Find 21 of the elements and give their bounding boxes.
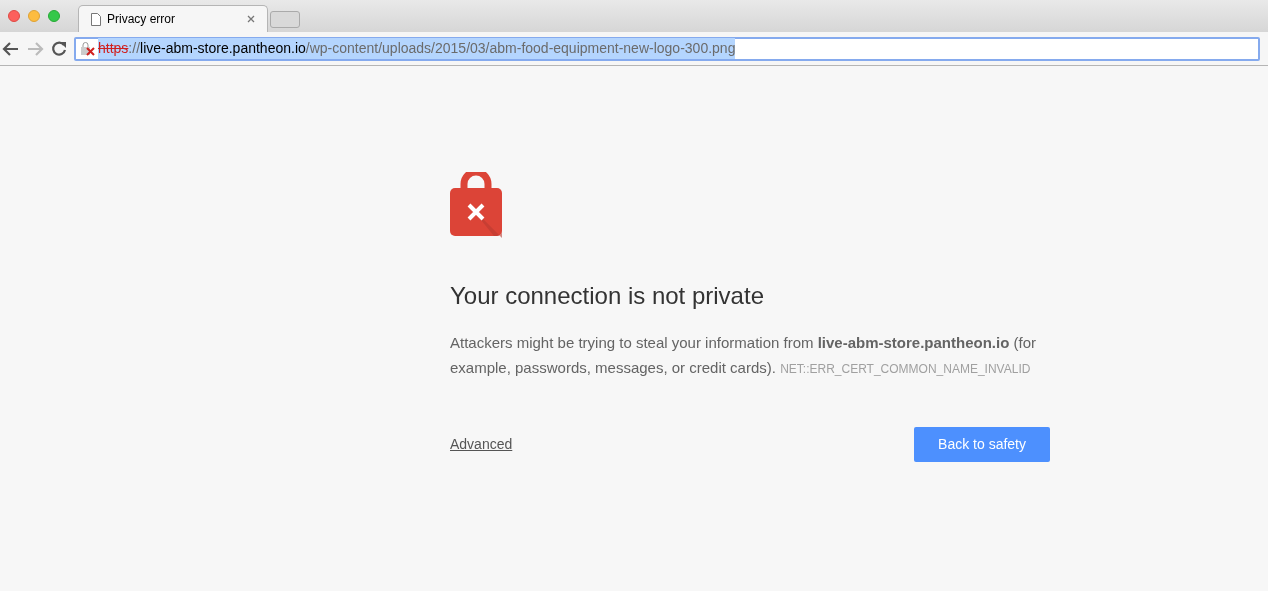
reload-icon[interactable]: [50, 39, 68, 58]
advanced-link[interactable]: Advanced: [450, 434, 513, 455]
forward-arrow-icon[interactable]: [26, 40, 44, 57]
error-heading: Your connection is not private: [450, 281, 765, 311]
lock-error-icon: [450, 172, 502, 238]
broken-lock-icon: [80, 41, 96, 56]
back-arrow-icon[interactable]: [2, 40, 20, 57]
url-scheme: https: [98, 40, 129, 56]
page-icon: [91, 12, 101, 26]
new-tab-button[interactable]: [270, 11, 300, 28]
address-bar[interactable]: https://live-abm-store.pantheon.io/wp-content/uploads/2015/03/abm-food-equipment-new-logo-300.png: [74, 36, 1260, 61]
url-host: live-abm-store.pantheon.io: [140, 40, 306, 56]
close-window-icon[interactable]: [8, 10, 20, 22]
tab-title: Privacy error: [107, 11, 176, 28]
zoom-window-icon[interactable]: [48, 10, 60, 22]
error-message: Attackers might be trying to steal your information from live-abm-store.pantheon.io (for example, passwords, messages, or credit cards). NET::ERR_CERT_COMMON_NAME_INVALID: [450, 333, 1038, 378]
url-path: ://: [128, 40, 141, 56]
browser-tab[interactable]: Privacy error: [78, 5, 268, 32]
minimize-window-icon[interactable]: [28, 10, 40, 22]
close-icon[interactable]: [247, 15, 255, 23]
url-path: /wp-content/uploads/2015/03/abm-food-equipment-new-logo-300.png: [305, 40, 736, 56]
